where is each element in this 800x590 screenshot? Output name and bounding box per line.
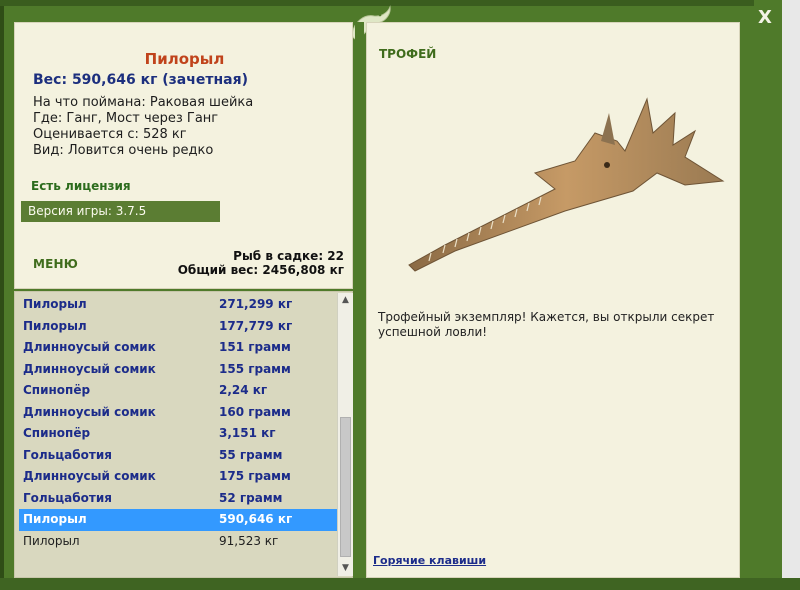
- trophy-panel: ТРОФЕЙ Трофейный экземпляр! Кажется, вы …: [366, 22, 740, 578]
- catch-list-row[interactable]: Пилорыл 91,523 кг: [19, 531, 337, 553]
- catch-list-row[interactable]: Спинопёр 3,151 кг: [19, 423, 337, 445]
- window-top-strip: [0, 0, 800, 6]
- window-bottom-strip: [0, 578, 800, 590]
- catch-fish-name: Длинноусый сомик: [23, 404, 156, 419]
- catch-fish-name: Длинноусый сомик: [23, 340, 156, 354]
- catch-fish-weight: 160 грамм: [219, 404, 291, 419]
- license-status: Есть лицензия: [31, 179, 131, 193]
- close-icon: X: [758, 7, 772, 28]
- bait-detail: На что поймана: Раковая шейка: [33, 95, 254, 110]
- catch-fish-name: Пилорыл: [23, 512, 87, 526]
- rarity-detail: Вид: Ловится очень редко: [33, 143, 214, 158]
- catch-fish-weight: 271,299 кг: [219, 297, 293, 311]
- rating-detail: Оценивается с: 528 кг: [33, 127, 187, 142]
- catch-fish-name: Спинопёр: [23, 426, 91, 440]
- scrollbar-thumb[interactable]: [340, 417, 351, 557]
- close-button[interactable]: X: [752, 6, 778, 30]
- panel-divider: [355, 22, 364, 578]
- catch-list-row[interactable]: Длинноусый сомик 151 грамм: [19, 337, 337, 359]
- catch-fish-name: Гольцаботия: [23, 447, 112, 462]
- catch-fish-weight: 177,779 кг: [219, 318, 293, 333]
- trophy-description: Трофейный экземпляр! Кажется, вы открыли…: [378, 310, 715, 339]
- catch-fish-weight: 155 грамм: [219, 361, 291, 376]
- catch-fish-name: Гольцаботия: [23, 490, 112, 505]
- menu-button[interactable]: МЕНЮ: [33, 257, 78, 271]
- fish-name: Пилорыл: [144, 50, 225, 68]
- catch-fish-name: Длинноусый сомик: [23, 361, 156, 376]
- catch-fish-weight: 91,523 кг: [219, 533, 279, 548]
- game-version: Версия игры: 3.7.5: [21, 201, 220, 222]
- catch-fish-name: Длинноусый сомик: [23, 469, 156, 483]
- background-strip: [782, 0, 800, 590]
- catch-fish-name: Пилорыл: [23, 533, 80, 548]
- scroll-up-icon[interactable]: ▲: [338, 293, 353, 308]
- catch-list-scrollbar[interactable]: ▲ ▼: [337, 293, 353, 576]
- catch-list-row[interactable]: Длинноусый сомик 155 грамм: [19, 359, 337, 381]
- catch-fish-weight: 3,151 кг: [219, 426, 276, 440]
- catch-fish-name: Пилорыл: [23, 297, 87, 311]
- catch-list-row[interactable]: Гольцаботия 55 грамм: [19, 445, 337, 467]
- catch-fish-weight: 175 грамм: [219, 469, 291, 483]
- catch-list-row[interactable]: Гольцаботия 52 грамм: [19, 488, 337, 510]
- catch-fish-weight: 55 грамм: [219, 447, 283, 462]
- catch-list-row[interactable]: Пилорыл 177,779 кг: [19, 316, 337, 338]
- catch-list-row[interactable]: Пилорыл 271,299 кг: [19, 294, 337, 316]
- scroll-down-icon[interactable]: ▼: [338, 561, 353, 576]
- sawfish-image: [408, 97, 725, 272]
- catch-fish-name: Спинопёр: [23, 383, 91, 397]
- catch-fish-weight: 590,646 кг: [219, 512, 293, 526]
- catch-list-row[interactable]: Длинноусый сомик 175 грамм: [19, 466, 337, 488]
- keepnet-count: Рыб в садке: 22: [233, 249, 344, 263]
- right-frame-edge: [740, 22, 754, 578]
- trophy-title: ТРОФЕЙ: [379, 47, 437, 61]
- catch-list-row[interactable]: Длинноусый сомик 160 грамм: [19, 402, 337, 424]
- catch-fish-weight: 151 грамм: [219, 340, 291, 354]
- catch-fish-weight: 2,24 кг: [219, 383, 268, 397]
- catch-fish-name: Пилорыл: [23, 318, 87, 333]
- catch-list-row[interactable]: Пилорыл 590,646 кг: [19, 509, 337, 531]
- hotkeys-link[interactable]: Горячие клавиши: [373, 554, 486, 567]
- catch-list-panel: Пилорыл 271,299 кг Пилорыл 177,779 кг Длинно…: [14, 291, 353, 578]
- catch-list-row[interactable]: Спинопёр 2,24 кг: [19, 380, 337, 402]
- fish-info-panel: Пилорыл Вес: 590,646 кг (зачетная) На чт…: [14, 22, 353, 289]
- location-detail: Где: Ганг, Мост через Ганг: [33, 111, 219, 126]
- window-right-border: [754, 0, 782, 590]
- catch-list: Пилорыл 271,299 кг Пилорыл 177,779 кг Длинно…: [19, 294, 337, 552]
- keepnet-total-weight: Общий вес: 2456,808 кг: [177, 263, 344, 277]
- catch-fish-weight: 52 грамм: [219, 490, 283, 505]
- fish-weight: Вес: 590,646 кг (зачетная): [33, 72, 248, 88]
